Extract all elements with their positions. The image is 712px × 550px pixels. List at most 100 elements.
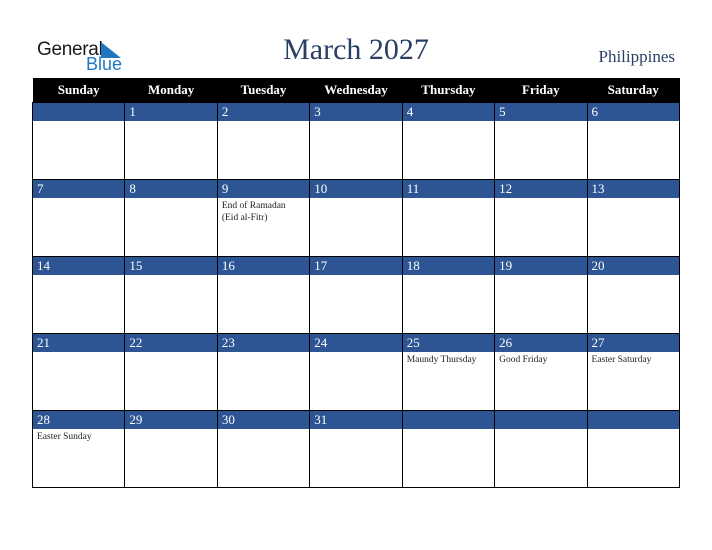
weekday-friday: Friday [494,78,588,103]
weekday-header-row: Sunday Monday Tuesday Wednesday Thursday… [32,78,680,103]
day-cell[interactable] [31,102,126,180]
holiday-label [495,198,586,200]
weekday-wednesday: Wednesday [309,78,403,103]
holiday-label [218,429,309,431]
day-cell[interactable]: 17 [309,256,403,334]
weekday-thursday: Thursday [402,78,495,103]
holiday-label [310,352,401,354]
day-cell[interactable]: 27 Easter Saturday [586,333,681,411]
day-cell[interactable]: 22 [124,333,218,411]
holiday-label [403,121,494,123]
day-number [495,411,588,429]
holiday-label [33,198,124,200]
day-cell[interactable]: 4 [401,102,496,180]
day-number: 5 [495,103,588,121]
week-row: 7 8 9 End of Ramadan (Eid al-Fitr) 10 11 12 13 [31,179,681,257]
day-number: 11 [402,180,496,198]
day-number: 6 [587,103,680,121]
holiday-label [33,275,124,277]
day-cell[interactable]: 3 [309,102,403,180]
week-row: 21 22 23 24 25 Maundy Thursday 26 Good Friday 27… [31,333,681,411]
holiday-label [33,121,124,123]
day-cell[interactable]: 7 [31,179,126,257]
holiday-label [310,198,401,200]
day-cell[interactable]: 29 [124,410,218,488]
weekday-saturday: Saturday [587,78,680,103]
country-label: Philippines [598,47,675,66]
day-cell[interactable]: 2 [216,102,311,180]
holiday-label [125,275,216,277]
day-number [33,103,126,121]
day-cell[interactable] [586,410,681,488]
day-number: 4 [402,103,496,121]
day-number: 14 [33,257,126,275]
day-number [402,411,496,429]
holiday-label [218,352,309,354]
holiday-label [310,121,401,123]
day-number: 20 [587,257,680,275]
day-cell[interactable]: 14 [31,256,126,334]
day-cell[interactable]: 31 [309,410,403,488]
day-cell[interactable]: 24 [309,333,403,411]
day-cell[interactable]: 18 [401,256,496,334]
day-number: 23 [217,334,311,352]
day-cell[interactable]: 9 End of Ramadan (Eid al-Fitr) [216,179,311,257]
day-number: 1 [125,103,218,121]
week-row: 14 15 16 17 18 19 20 [31,256,681,334]
holiday-label [588,121,679,123]
day-number: 27 [587,334,680,352]
holiday-label [218,121,309,123]
day-cell[interactable]: 12 [494,179,588,257]
day-number: 19 [495,257,588,275]
day-cell[interactable]: 5 [494,102,588,180]
day-number: 16 [217,257,311,275]
day-cell[interactable]: 13 [586,179,681,257]
day-cell[interactable]: 10 [309,179,403,257]
day-number: 3 [310,103,403,121]
holiday-label [495,275,586,277]
day-number: 13 [587,180,680,198]
day-cell[interactable]: 19 [494,256,588,334]
holiday-label [125,429,216,431]
day-number: 26 [495,334,588,352]
day-cell[interactable]: 25 Maundy Thursday [401,333,496,411]
day-cell[interactable]: 1 [124,102,218,180]
day-number: 7 [33,180,126,198]
holiday-label: Easter Saturday [591,355,652,365]
day-cell[interactable]: 8 [124,179,218,257]
holiday-label: Easter Sunday [37,432,92,442]
day-number: 25 [402,334,496,352]
holiday-label: Maundy Thursday [406,355,477,365]
day-cell[interactable]: 16 [216,256,311,334]
day-number: 24 [310,334,403,352]
day-cell[interactable]: 28 Easter Sunday [31,410,126,488]
day-number: 17 [310,257,403,275]
holiday-label [218,275,309,277]
day-number: 10 [310,180,403,198]
day-cell[interactable]: 26 Good Friday [494,333,588,411]
holiday-label [310,429,401,431]
day-cell[interactable]: 11 [401,179,496,257]
holiday-label [403,275,494,277]
day-number: 9 [217,180,311,198]
day-number [587,411,680,429]
day-cell[interactable]: 15 [124,256,218,334]
day-cell[interactable]: 20 [586,256,681,334]
day-cell[interactable] [401,410,496,488]
holiday-label [310,275,401,277]
calendar-grid: Sunday Monday Tuesday Wednesday Thursday… [31,78,681,488]
holiday-label [495,429,586,431]
day-cell[interactable]: 23 [216,333,311,411]
day-cell[interactable]: 30 [216,410,311,488]
holiday-label [125,121,216,123]
day-cell[interactable]: 21 [31,333,126,411]
day-cell[interactable] [494,410,588,488]
holiday-label [403,198,494,200]
day-number: 8 [125,180,218,198]
day-cell[interactable]: 6 [586,102,681,180]
holiday-label [588,198,679,200]
day-number: 21 [33,334,126,352]
day-number: 30 [217,411,311,429]
holiday-label [33,352,124,354]
weekday-sunday: Sunday [32,78,125,103]
